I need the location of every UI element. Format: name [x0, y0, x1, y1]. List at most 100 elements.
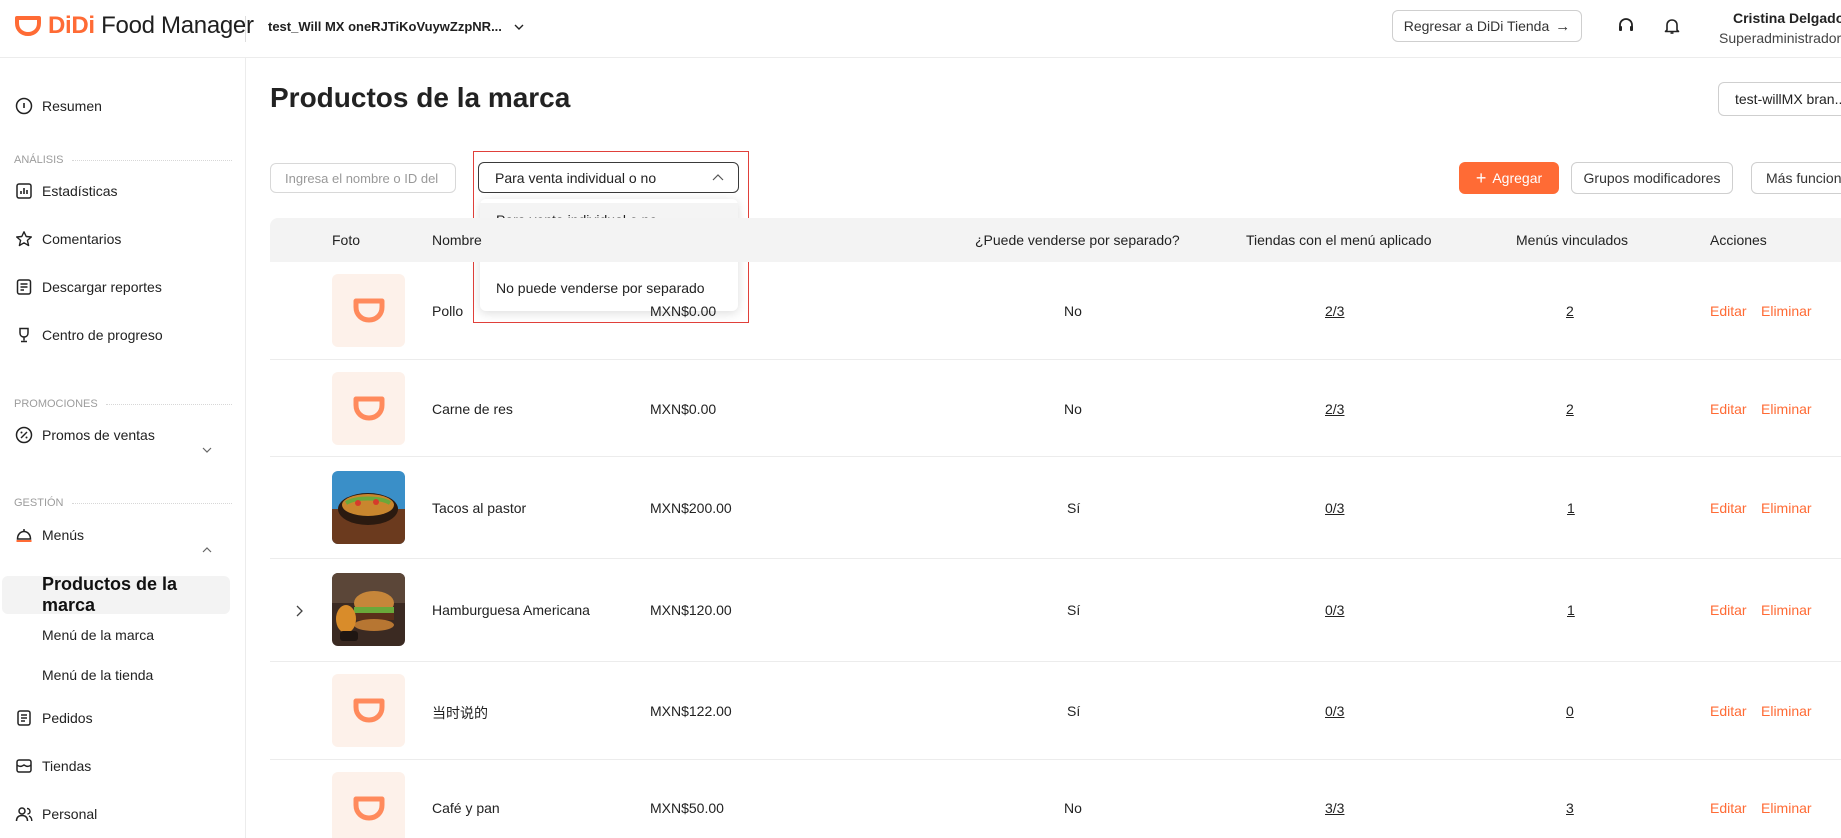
chart-icon [14, 181, 34, 201]
separate-sale: Sí [1067, 500, 1081, 516]
sidebar-item-label: Descargar reportes [42, 279, 162, 295]
report-icon [14, 277, 34, 297]
sidebar-item-progreso[interactable]: Centro de progreso [14, 325, 163, 345]
orders-icon [14, 708, 34, 728]
sidebar-item-estadisticas[interactable]: Estadísticas [14, 181, 117, 201]
linked-menus-link[interactable]: 3 [1566, 800, 1574, 816]
headset-icon[interactable] [1614, 14, 1638, 38]
separate-sale: No [1064, 800, 1082, 816]
top-bar: DiDi Food Manager test_Will MX oneRJTiKo… [0, 0, 1841, 58]
column-header-nombre: Nombre [432, 232, 482, 248]
product-placeholder-image [332, 674, 405, 747]
sidebar-item-label: Pedidos [42, 710, 93, 726]
edit-button[interactable]: Editar [1710, 703, 1747, 719]
delete-button[interactable]: Eliminar [1761, 500, 1812, 516]
product-name: 当时说的 [432, 705, 488, 721]
sidebar-item-label: Productos de la marca [42, 574, 178, 615]
chevron-down-icon [514, 24, 524, 30]
modifier-groups-button[interactable]: Grupos modificadores [1571, 162, 1733, 194]
page-title: Productos de la marca [270, 82, 571, 113]
edit-button[interactable]: Editar [1710, 800, 1747, 816]
delete-button[interactable]: Eliminar [1761, 401, 1812, 417]
logo-text: DiDi Food Manager [48, 12, 254, 39]
didi-logo-icon [15, 16, 41, 36]
chevron-down-icon[interactable] [202, 445, 212, 455]
trophy-icon [14, 325, 34, 345]
sidebar-item-pedidos[interactable]: Pedidos [14, 708, 93, 728]
edit-button[interactable]: Editar [1710, 602, 1747, 618]
stores-link[interactable]: 2/3 [1325, 303, 1344, 319]
edit-button[interactable]: Editar [1710, 303, 1747, 319]
didi-logo-icon [353, 298, 384, 322]
sidebar-item-menus[interactable]: Menús [14, 525, 84, 545]
stores-link[interactable]: 0/3 [1325, 602, 1344, 618]
table-row: Pollo MXN$0.00 No 2/3 2 Editar Eliminar [270, 262, 1841, 360]
linked-menus-link[interactable]: 2 [1566, 401, 1574, 417]
add-button-label: Agregar [1492, 170, 1543, 186]
product-placeholder-image [332, 772, 405, 838]
sidebar-item-menu-tienda[interactable]: Menú de la tienda [42, 667, 153, 683]
stores-link[interactable]: 2/3 [1325, 401, 1344, 417]
product-price: MXN$0.00 [650, 401, 717, 417]
product-name: Carne de res [432, 401, 513, 417]
sidebar-item-menu-marca[interactable]: Menú de la marca [42, 627, 154, 643]
sale-type-filter-value: Para venta individual o no [495, 169, 657, 186]
sidebar-item-descargar[interactable]: Descargar reportes [14, 277, 162, 297]
sidebar-item-label: Tiendas [42, 758, 92, 774]
add-button[interactable]: + Agregar [1459, 162, 1559, 194]
bell-icon[interactable] [1660, 14, 1684, 38]
chevron-right-icon[interactable] [294, 605, 304, 617]
sidebar-item-resumen[interactable]: Resumen [14, 96, 102, 116]
search-input[interactable]: Ingresa el nombre o ID del [270, 163, 456, 193]
separate-sale: No [1064, 401, 1082, 417]
delete-button[interactable]: Eliminar [1761, 703, 1812, 719]
separate-sale: No [1064, 303, 1082, 319]
back-to-store-button[interactable]: Regresar a DiDi Tienda → [1392, 10, 1582, 42]
edit-button[interactable]: Editar [1710, 401, 1747, 417]
separate-sale: Sí [1067, 602, 1081, 618]
sidebar-item-productos[interactable]: Productos de la marca [2, 574, 230, 615]
edit-button[interactable]: Editar [1710, 500, 1747, 516]
sidebar-item-label: Menús [42, 527, 85, 543]
product-image-tacos [332, 471, 405, 544]
delete-button[interactable]: Eliminar [1761, 303, 1812, 319]
star-icon [14, 229, 34, 249]
didi-logo[interactable]: DiDi Food Manager [14, 12, 254, 40]
stores-link[interactable]: 3/3 [1325, 800, 1344, 816]
column-header-foto: Foto [332, 232, 361, 248]
column-header-separado: ¿Puede venderse por separado? [975, 232, 1180, 248]
linked-menus-link[interactable]: 1 [1567, 602, 1575, 618]
product-name: Hamburguesa Americana [432, 602, 590, 618]
sidebar-item-label: Resumen [42, 98, 102, 114]
sidebar-item-label: Comentarios [42, 231, 122, 247]
chevron-up-icon[interactable] [202, 545, 212, 555]
delete-button[interactable]: Eliminar [1761, 602, 1812, 618]
account-selector[interactable]: test_Will MX oneRJTiKoVuywZzpNR... [268, 19, 524, 34]
linked-menus-link[interactable]: 0 [1566, 703, 1574, 719]
sidebar-item-promos[interactable]: Promos de ventas [14, 425, 155, 445]
section-promociones: PROMOCIONES [14, 398, 232, 410]
brand-selector[interactable]: test-willMX bran... [1718, 82, 1841, 116]
sidebar-item-label: Centro de progreso [42, 327, 163, 343]
linked-menus-link[interactable]: 2 [1566, 303, 1574, 319]
linked-menus-link[interactable]: 1 [1567, 500, 1575, 516]
user-name[interactable]: Cristina Delgado [1733, 10, 1841, 26]
sidebar-item-personal[interactable]: Personal [14, 804, 97, 824]
plus-icon: + [1475, 168, 1487, 188]
sidebar-item-label: Personal [42, 806, 98, 822]
product-name: Café y pan [432, 800, 500, 816]
product-price: MXN$122.00 [650, 703, 732, 719]
sidebar-item-comentarios[interactable]: Comentarios [14, 229, 121, 249]
product-price: MXN$0.00 [650, 303, 717, 319]
user-role: Superadministrador [1719, 30, 1841, 46]
sale-type-filter[interactable]: Para venta individual o no [478, 162, 739, 193]
stores-link[interactable]: 0/3 [1325, 703, 1344, 719]
more-functions-button[interactable]: Más funciones [1751, 162, 1841, 194]
stores-link[interactable]: 0/3 [1325, 500, 1344, 516]
sidebar: Resumen ANÁLISIS Estadísticas Comentario… [0, 58, 246, 838]
sidebar-item-tiendas[interactable]: Tiendas [14, 756, 91, 776]
delete-button[interactable]: Eliminar [1761, 800, 1812, 816]
product-placeholder-image [332, 372, 405, 445]
home-icon [14, 96, 34, 116]
discount-icon [14, 425, 34, 445]
